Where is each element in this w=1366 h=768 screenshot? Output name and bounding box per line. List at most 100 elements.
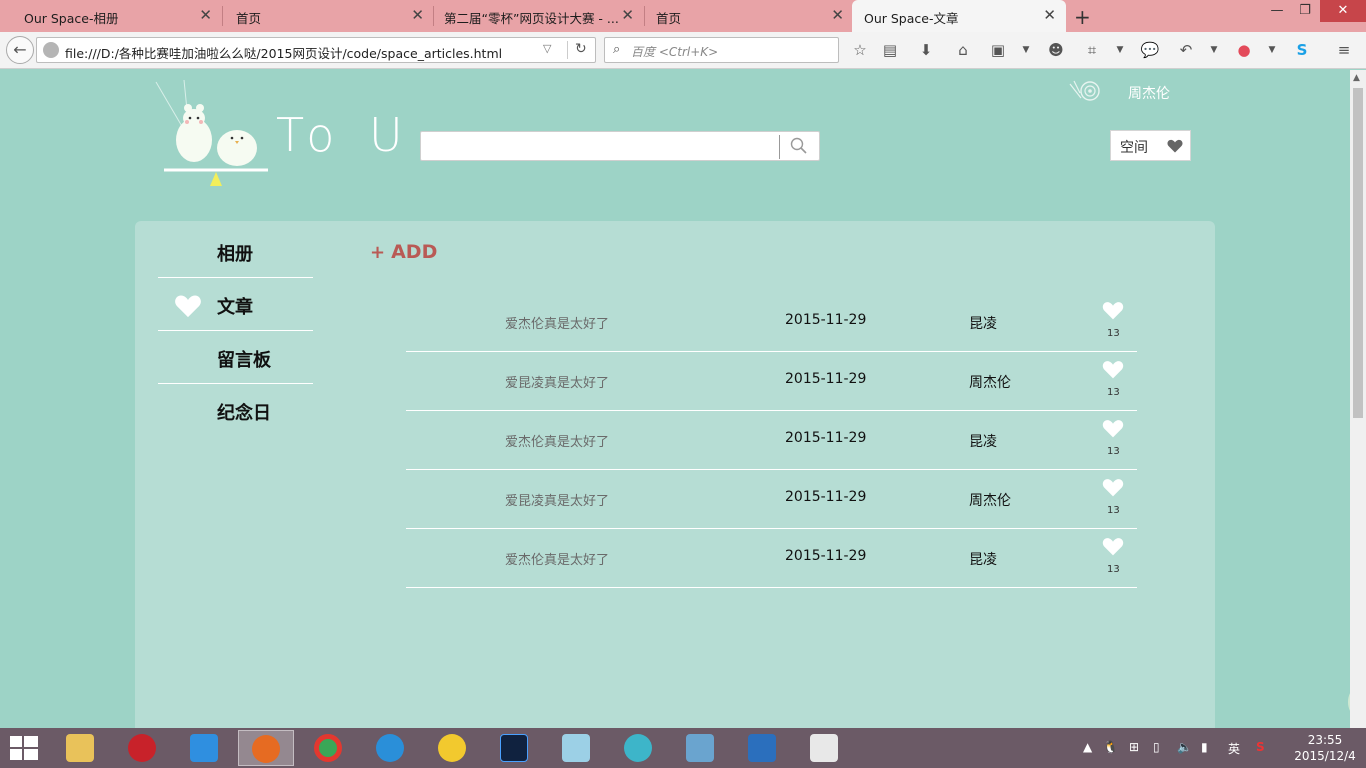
system-clock[interactable]: 23:55 2015/12/4 <box>1290 732 1360 764</box>
close-icon[interactable]: ✕ <box>1043 7 1056 23</box>
browser-tab[interactable]: 首页 ✕ <box>212 0 434 32</box>
site-logo[interactable]: To U <box>150 79 413 190</box>
sogou-input-icon[interactable]: S <box>1256 740 1265 754</box>
skype-icon[interactable]: S <box>1292 40 1312 60</box>
article-title[interactable]: 爱杰伦真是太好了 <box>505 313 609 332</box>
like-heart-icon[interactable] <box>1102 360 1124 379</box>
user-name-link[interactable]: 周杰伦 <box>1128 83 1170 103</box>
internet-explorer-icon[interactable] <box>362 730 418 766</box>
article-row[interactable]: 爱杰伦真是太好了 2015-11-29 昆凌 13 <box>406 293 1137 352</box>
ime-indicator[interactable]: 英 <box>1228 740 1240 757</box>
browser-tab-strip: Our Space-相册 ✕ 首页 ✕ 第二届“零杯”网页设计大赛 - ... … <box>0 0 1366 32</box>
new-tab-icon[interactable]: + <box>1074 5 1091 29</box>
music-app-icon[interactable] <box>424 730 480 766</box>
sidebar-item-message-board[interactable]: 留言板 <box>158 331 313 384</box>
search-icon[interactable] <box>789 136 809 156</box>
qq-icon[interactable]: 🐧 <box>1103 740 1118 754</box>
browser-tab[interactable]: 首页 ✕ <box>632 0 854 32</box>
battery-icon[interactable]: ▯ <box>1153 740 1160 754</box>
article-date: 2015-11-29 <box>785 489 867 505</box>
tab-title: 第二届“零杯”网页设计大赛 - ... <box>444 11 619 26</box>
restore-icon[interactable]: ❐ <box>1290 0 1320 22</box>
chrome-icon[interactable] <box>300 730 356 766</box>
dropdown-icon[interactable]: ▽ <box>543 42 551 55</box>
divider <box>779 135 780 159</box>
notes-app-icon[interactable] <box>548 730 604 766</box>
article-title[interactable]: 爱杰伦真是太好了 <box>505 549 609 568</box>
sidebar-item-album[interactable]: 相册 <box>158 225 313 278</box>
taskbar: ▲ 🐧 ⊞ ▯ 🔈 ▮ 英 S 23:55 2015/12/4 <box>0 728 1366 768</box>
like-heart-icon[interactable] <box>1102 478 1124 497</box>
reading-list-icon[interactable]: ▤ <box>880 40 900 60</box>
ide-app-icon[interactable] <box>734 730 790 766</box>
browser-search-box[interactable]: ⌕ 百度 <Ctrl+K> <box>604 37 839 63</box>
article-row[interactable]: 爱杰伦真是太好了 2015-11-29 昆凌 13 <box>406 411 1137 470</box>
photoshop-icon[interactable] <box>486 730 542 766</box>
home-icon[interactable]: ⌂ <box>953 40 973 60</box>
sidebar-item-label: 纪念日 <box>217 403 271 424</box>
article-row[interactable]: 爱昆凌真是太好了 2015-11-29 周杰伦 13 <box>406 352 1137 411</box>
firefox-icon[interactable] <box>238 730 294 766</box>
tray-expand-icon[interactable]: ▲ <box>1083 740 1092 754</box>
dropdown-icon[interactable]: ▼ <box>1262 40 1282 60</box>
close-icon[interactable]: ✕ <box>831 7 844 23</box>
like-heart-icon[interactable] <box>1102 419 1124 438</box>
menu-icon[interactable]: ≡ <box>1334 40 1354 60</box>
scrollbar-thumb[interactable] <box>1353 88 1363 418</box>
tab-title: 首页 <box>236 11 262 26</box>
photo-viewer-icon[interactable] <box>672 730 728 766</box>
site-search-input[interactable] <box>420 131 820 161</box>
dropdown-icon[interactable]: ▼ <box>1110 40 1130 60</box>
volume-icon[interactable]: 🔈 <box>1177 740 1192 754</box>
bookmark-star-icon[interactable]: ☆ <box>850 40 870 60</box>
article-date: 2015-11-29 <box>785 430 867 446</box>
add-article-button[interactable]: + ADD <box>370 241 437 263</box>
app-icon[interactable] <box>176 730 232 766</box>
like-heart-icon[interactable] <box>1102 537 1124 556</box>
windows-icon[interactable]: ⊞ <box>1129 740 1139 754</box>
screenshot-icon[interactable]: ▣ <box>988 40 1008 60</box>
window-close-icon[interactable]: ✕ <box>1320 0 1366 22</box>
browser-tab[interactable]: 第二届“零杯”网页设计大赛 - ... ✕ <box>420 0 644 32</box>
file-explorer-icon[interactable] <box>52 730 108 766</box>
article-title[interactable]: 爱昆凌真是太好了 <box>505 490 609 509</box>
back-arrow-icon[interactable]: ← <box>6 36 34 64</box>
vertical-scrollbar[interactable]: ▲ <box>1350 70 1366 728</box>
dropdown-icon[interactable]: ▼ <box>1204 40 1224 60</box>
article-row[interactable]: 爱昆凌真是太好了 2015-11-29 周杰伦 13 <box>406 470 1137 529</box>
sidebar-item-label: 相册 <box>217 244 253 265</box>
network-icon[interactable]: ▮ <box>1201 740 1208 754</box>
page-viewport: To U 周杰伦 空间 相册 文章 留言板 纪念日 + ADD 爱杰伦真是太好了… <box>0 70 1350 728</box>
address-bar[interactable]: file:///D:/各种比赛哇加油啦么么哒/2015网页设计/code/spa… <box>36 37 596 63</box>
download-icon[interactable]: ⬇ <box>916 40 936 60</box>
media-player-icon[interactable] <box>114 730 170 766</box>
sidebar-item-anniversary[interactable]: 纪念日 <box>158 384 313 437</box>
dropdown-icon[interactable]: ▼ <box>1016 40 1036 60</box>
crop-icon[interactable]: ⌗ <box>1082 40 1102 60</box>
undo-icon[interactable]: ↶ <box>1176 40 1196 60</box>
browser-tab[interactable]: Our Space-相册 ✕ <box>0 0 222 32</box>
space-button[interactable]: 空间 <box>1110 130 1191 161</box>
chat-icon[interactable]: 💬 <box>1140 40 1160 60</box>
clock-date: 2015/12/4 <box>1294 749 1356 763</box>
article-author: 周杰伦 <box>969 375 1011 391</box>
scroll-up-icon[interactable]: ▲ <box>1353 73 1360 83</box>
like-count: 13 <box>1107 446 1120 457</box>
sidebar-item-articles[interactable]: 文章 <box>158 278 313 331</box>
article-title[interactable]: 爱杰伦真是太好了 <box>505 431 609 450</box>
emoji-icon[interactable]: ☻ <box>1046 40 1066 60</box>
close-icon[interactable]: ✕ <box>199 7 212 23</box>
browser-tab-active[interactable]: Our Space-文章 ✕ <box>852 0 1066 32</box>
addon-icon[interactable]: ● <box>1234 40 1254 60</box>
video-app-icon[interactable] <box>796 730 852 766</box>
windows-start-icon[interactable] <box>10 736 38 760</box>
cloud-app-icon[interactable] <box>610 730 666 766</box>
minimize-icon[interactable]: — <box>1262 0 1292 22</box>
like-heart-icon[interactable] <box>1102 301 1124 320</box>
article-row[interactable]: 爱杰伦真是太好了 2015-11-29 昆凌 13 <box>406 529 1137 588</box>
snail-icon <box>1069 80 1100 101</box>
reload-icon[interactable]: ↻ <box>575 41 587 57</box>
article-title[interactable]: 爱昆凌真是太好了 <box>505 372 609 391</box>
sidebar-item-label: 留言板 <box>217 350 271 371</box>
logo-text: To U <box>276 108 413 162</box>
